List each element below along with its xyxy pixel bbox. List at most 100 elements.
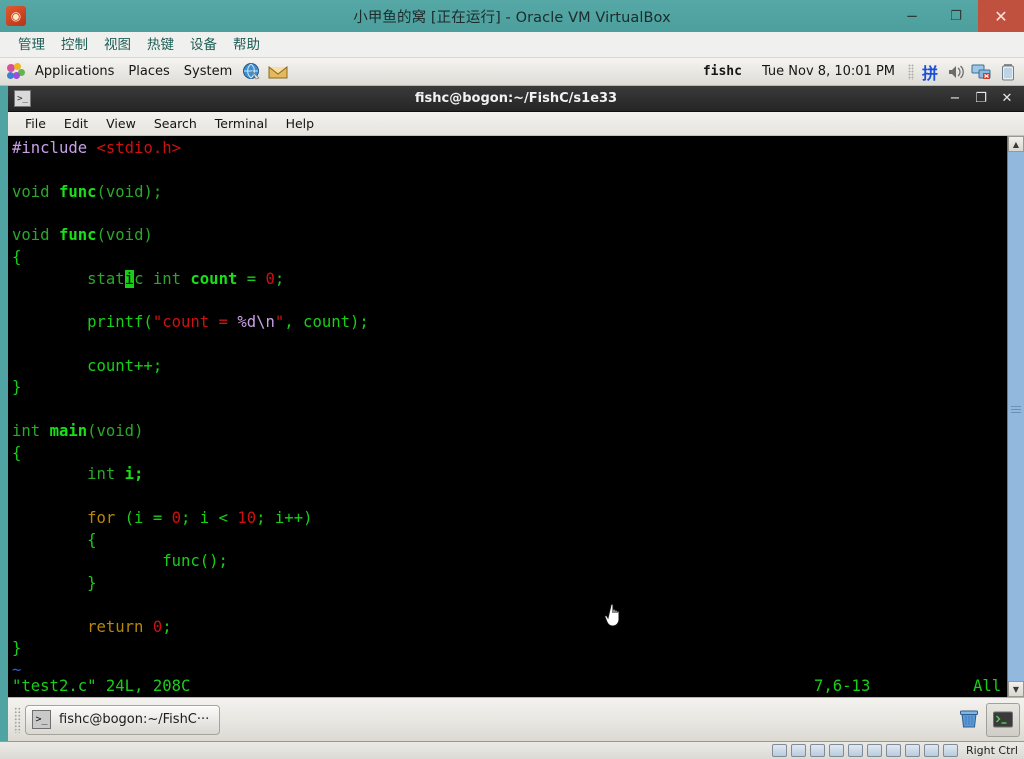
terminal-title: fishc@bogon:~/FishC/s1e33 xyxy=(414,91,618,106)
terminal-menu-edit[interactable]: Edit xyxy=(55,112,97,136)
menu-item-view[interactable]: 视图 xyxy=(96,32,139,58)
vim-status-filename: "test2.c" 24L, 208C xyxy=(12,677,191,695)
code-token: 0 xyxy=(265,269,275,288)
code-token: (i = xyxy=(115,508,172,527)
code-token: func(); xyxy=(12,552,228,571)
panel-menu-applications[interactable]: Applications xyxy=(28,61,121,83)
scrollbar-thumb[interactable] xyxy=(1011,405,1021,413)
floppy-icon[interactable] xyxy=(809,744,825,757)
gnome-foot-icon xyxy=(6,62,26,81)
code-line: } xyxy=(12,377,1007,399)
vim-editor-buffer[interactable]: #include <stdio.h> void func (void); void… xyxy=(8,136,1007,697)
terminal-window-controls: − ❐ ✕ xyxy=(942,91,1024,106)
code-token: 10 xyxy=(237,508,257,527)
code-token: int xyxy=(12,465,125,484)
terminal-maximize-button[interactable]: ❐ xyxy=(968,91,994,106)
code-line: int i; xyxy=(12,464,1007,486)
menu-item-hotkeys[interactable]: 热键 xyxy=(139,32,182,58)
panel-menu-places[interactable]: Places xyxy=(121,61,176,83)
code-line: } xyxy=(12,638,1007,660)
input-method-icon[interactable]: 拼 xyxy=(917,61,943,83)
web-browser-icon[interactable] xyxy=(239,61,265,83)
vim-status-line: "test2.c" 24L, 208C 7,6-13 All xyxy=(12,675,1002,697)
maximize-button[interactable]: ❐ xyxy=(934,0,978,32)
optical-disk-icon[interactable] xyxy=(790,744,806,757)
terminal-menu-search[interactable]: Search xyxy=(145,112,206,136)
volume-icon[interactable] xyxy=(943,61,969,83)
taskbar-window-button[interactable]: >_ fishc@bogon:~/FishC··· xyxy=(25,704,221,735)
vim-status-position: 7,6-13 xyxy=(814,677,871,695)
mouse-integration-icon[interactable] xyxy=(942,744,958,757)
email-client-icon[interactable] xyxy=(265,61,291,83)
audio-icon[interactable] xyxy=(828,744,844,757)
code-line: #include <stdio.h> xyxy=(12,138,1007,160)
network-disconnected-icon[interactable] xyxy=(969,61,995,83)
battery-icon[interactable] xyxy=(995,61,1021,83)
scrollbar-up-arrow-icon[interactable]: ▲ xyxy=(1008,136,1024,152)
code-line: func(); xyxy=(12,551,1007,573)
code-line: int main(void) xyxy=(12,421,1007,443)
recording-icon[interactable] xyxy=(923,744,939,757)
guest-screen: Applications Places System fishc Tue Nov… xyxy=(0,58,1024,741)
scrollbar-down-arrow-icon[interactable]: ▼ xyxy=(1008,681,1024,697)
menu-item-manage[interactable]: 管理 xyxy=(10,32,53,58)
vim-status-percent: All xyxy=(973,677,1002,695)
terminal-body[interactable]: #include <stdio.h> void func (void); void… xyxy=(8,136,1024,697)
shared-folders-icon[interactable] xyxy=(885,744,901,757)
virtualbox-statusbar: Right Ctrl xyxy=(0,741,1024,759)
gnome-bottom-panel: >_ fishc@bogon:~/FishC··· xyxy=(8,697,1024,741)
menu-item-help[interactable]: 帮助 xyxy=(225,32,268,58)
scrollbar-track[interactable] xyxy=(1008,152,1024,681)
display-icon[interactable] xyxy=(904,744,920,757)
tray-grip-handle[interactable] xyxy=(908,63,914,80)
gnome-top-panel: Applications Places System fishc Tue Nov… xyxy=(0,58,1024,86)
terminal-menubar: File Edit View Search Terminal Help xyxy=(8,112,1024,136)
menu-item-control[interactable]: 控制 xyxy=(53,32,96,58)
code-token: void xyxy=(12,182,59,201)
code-token: #include xyxy=(12,139,97,157)
terminal-scrollbar[interactable]: ▲ ▼ xyxy=(1007,136,1024,697)
terminal-icon: >_ xyxy=(32,710,51,729)
code-token: "count = xyxy=(152,313,238,331)
code-line: static int count = 0; xyxy=(12,269,1007,291)
code-token: count xyxy=(190,269,238,288)
host-key-label: Right Ctrl xyxy=(965,744,1018,757)
code-token: (void); xyxy=(96,182,163,201)
terminal-menu-terminal[interactable]: Terminal xyxy=(206,112,277,136)
minimize-button[interactable]: − xyxy=(890,0,934,32)
code-token: void xyxy=(12,226,59,244)
code-token: = xyxy=(237,269,266,288)
panel-username[interactable]: fishc xyxy=(693,64,752,79)
code-line: return 0; xyxy=(12,617,1007,639)
usb-icon[interactable] xyxy=(866,744,882,757)
code-line: { xyxy=(12,247,1007,269)
terminal-minimize-button[interactable]: − xyxy=(942,91,968,106)
terminal-icon[interactable] xyxy=(986,702,1020,737)
panel-menu-system[interactable]: System xyxy=(177,61,239,83)
network-icon[interactable] xyxy=(847,744,863,757)
terminal-window: >_ fishc@bogon:~/FishC/s1e33 − ❐ ✕ File … xyxy=(8,86,1024,697)
taskbar-grip-handle[interactable] xyxy=(14,706,21,733)
menu-item-devices[interactable]: 设备 xyxy=(182,32,225,58)
code-token: func xyxy=(58,226,97,244)
panel-clock[interactable]: Tue Nov 8, 10:01 PM xyxy=(752,64,905,79)
hard-disk-icon[interactable] xyxy=(771,744,787,757)
code-token: ; i < xyxy=(181,508,238,527)
close-button[interactable]: ✕ xyxy=(978,0,1024,32)
code-token: { xyxy=(12,247,22,266)
terminal-close-button[interactable]: ✕ xyxy=(994,91,1020,106)
trash-icon[interactable] xyxy=(952,703,986,737)
code-token: } xyxy=(12,639,22,658)
terminal-menu-help[interactable]: Help xyxy=(277,112,324,136)
code-token: printf( xyxy=(12,313,153,331)
code-token: c int xyxy=(134,269,191,288)
window-controls: − ❐ ✕ xyxy=(890,0,1024,32)
terminal-menu-view[interactable]: View xyxy=(97,112,145,136)
terminal-titlebar: >_ fishc@bogon:~/FishC/s1e33 − ❐ ✕ xyxy=(8,86,1024,112)
code-line: { xyxy=(12,443,1007,465)
terminal-menu-file[interactable]: File xyxy=(16,112,55,136)
virtualbox-titlebar: ◉ 小甲鱼的窝 [正在运行] - Oracle VM VirtualBox − … xyxy=(0,0,1024,32)
code-token: { xyxy=(12,530,97,549)
